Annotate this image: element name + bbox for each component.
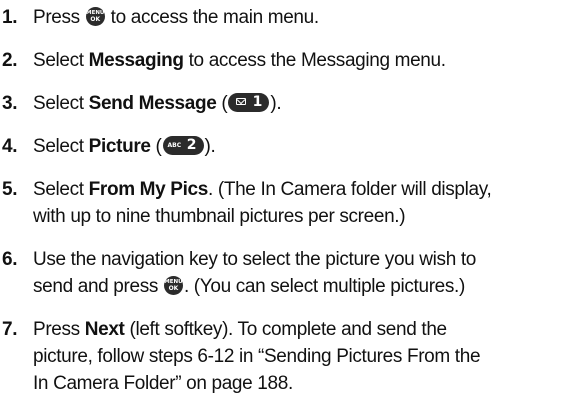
step-number: 5.: [2, 179, 18, 200]
abc-2-key-icon: ABC 2: [162, 136, 204, 155]
instruction-steps: 1. Press MENU OK to access the main menu.…: [0, 0, 575, 411]
menu-ok-key-icon: MENU OK: [163, 276, 183, 295]
text-segment: Select: [33, 93, 89, 114]
text-segment: (: [216, 93, 228, 114]
key-digit: 2: [186, 137, 197, 153]
step-text: Press Next (left softkey). To complete a…: [33, 316, 573, 397]
envelope-icon: [236, 98, 247, 105]
text-segment: (: [150, 136, 162, 157]
menu-item-name: Messaging: [88, 50, 184, 71]
step-number: 6.: [2, 249, 18, 270]
step-line: In Camera Folder” on page 188.: [33, 373, 293, 394]
menu-item-name: Send Message: [88, 93, 217, 114]
text-segment: . (You can select multiple pictures.): [183, 276, 465, 297]
step-line: send and press MENU OK. (You can select m…: [33, 273, 573, 300]
step-line: Press Next (left softkey). To complete a…: [33, 316, 573, 343]
step-number: 1.: [2, 7, 18, 28]
ok-key-label: OK: [168, 285, 179, 292]
menu-item-name: Picture: [88, 136, 151, 157]
step-number: 3.: [2, 93, 18, 114]
text-segment: Press: [33, 7, 85, 28]
ok-key-label: OK: [90, 16, 101, 23]
text-segment: ).: [270, 93, 282, 114]
step-number: 4.: [2, 136, 18, 157]
envelope-1-key-icon: 1: [228, 93, 270, 112]
text-segment: send and press: [33, 276, 163, 297]
step-line: picture, follow steps 6-12 in “Sending P…: [33, 346, 481, 367]
step-text: Select Picture ( ABC 2).: [33, 133, 573, 160]
text-segment: to access the main menu.: [105, 7, 319, 28]
step-line: Use the navigation key to select the pic…: [33, 249, 476, 270]
step-text: Select Send Message (1).: [33, 90, 573, 117]
softkey-name: Next: [84, 319, 125, 340]
step-line: Select Picture ( ABC 2).: [33, 133, 573, 160]
text-segment: (left softkey). To complete and send the: [124, 319, 447, 340]
step-text: Select Messaging to access the Messaging…: [33, 47, 573, 74]
step-text: Press MENU OK to access the main menu.: [33, 4, 573, 31]
key-letters: ABC: [167, 142, 182, 149]
step-line: Select From My Pics. (The In Camera fold…: [33, 176, 573, 203]
step-line: with up to nine thumbnail pictures per s…: [33, 206, 406, 227]
text-segment: Press: [33, 319, 85, 340]
text-segment: Select: [33, 179, 89, 200]
key-digit: 1: [252, 94, 263, 110]
step-line: Select Messaging to access the Messaging…: [33, 47, 573, 74]
text-segment: Select: [33, 50, 89, 71]
text-segment: Select: [33, 136, 89, 157]
step-line: Select Send Message (1).: [33, 90, 573, 117]
menu-item-name: From My Pics: [88, 179, 209, 200]
text-segment: to access the Messaging menu.: [183, 50, 446, 71]
step-text: Use the navigation key to select the pic…: [33, 246, 573, 300]
text-segment: . (The In Camera folder will display,: [207, 179, 492, 200]
step-line: Press MENU OK to access the main menu.: [33, 4, 573, 31]
menu-ok-key-icon: MENU OK: [85, 7, 105, 26]
step-text: Select From My Pics. (The In Camera fold…: [33, 176, 573, 230]
step-number: 2.: [2, 50, 18, 71]
text-segment: ).: [204, 136, 216, 157]
step-number: 7.: [2, 319, 18, 340]
